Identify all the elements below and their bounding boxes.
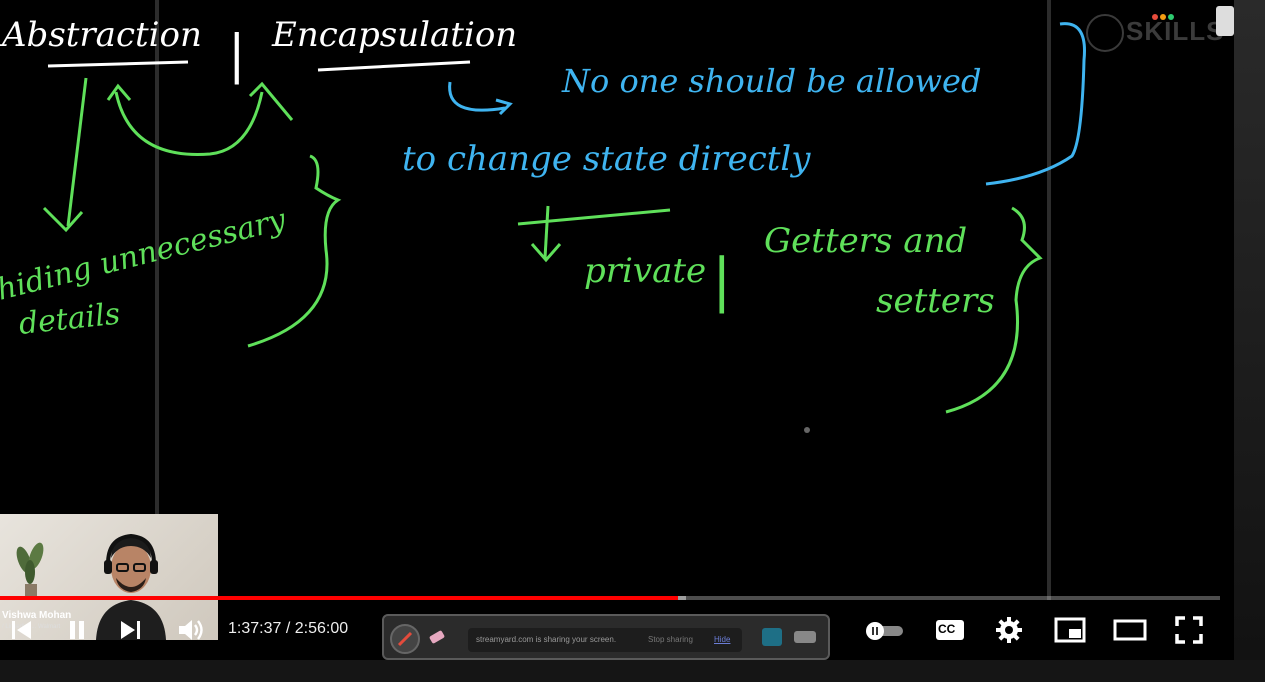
green-t-bar (517, 208, 671, 226)
minimize-tool-icon[interactable] (794, 631, 816, 643)
time-display: 1:37:37 / 2:56:00 (228, 620, 348, 638)
screen-share-toolbar: streamyard.com is sharing your screen. S… (382, 614, 830, 660)
corner-thumbnail (1216, 6, 1234, 36)
fullscreen-icon (1175, 616, 1203, 644)
captions-label: CC (938, 622, 956, 636)
plant-image (16, 542, 44, 598)
green-left-line-1: hiding unnecessary (0, 202, 290, 308)
captions-button[interactable]: CC (932, 616, 968, 644)
eraser-tool-icon[interactable] (424, 624, 450, 650)
pen-tool-icon[interactable] (390, 624, 420, 654)
brand-dot-green (1168, 14, 1174, 20)
hide-link[interactable]: Hide (714, 635, 730, 644)
share-notice-text: streamyard.com is sharing your screen. (476, 635, 617, 644)
green-left-line-2: details (17, 297, 122, 342)
green-right-setters: setters (876, 281, 995, 321)
stop-sharing-button[interactable]: Stop sharing (648, 635, 693, 644)
heading-abstraction: Abstraction (0, 15, 202, 55)
autoplay-toggle-icon (866, 622, 903, 640)
brand-watermark: SKILLS (1126, 16, 1225, 46)
volume-icon (179, 620, 203, 640)
theater-icon (1113, 619, 1147, 641)
pause-button[interactable] (60, 614, 94, 646)
green-arrow-down (66, 77, 88, 227)
green-arrowhead-left (106, 83, 132, 101)
heading-divider: | (228, 25, 246, 85)
green-right-private: private (584, 251, 706, 291)
green-double-arrow (114, 91, 264, 156)
cursor-dot (804, 427, 810, 433)
share-notice: streamyard.com is sharing your screen. S… (468, 628, 742, 652)
blue-line-2: to change state directly (402, 139, 811, 179)
pause-icon (70, 621, 84, 639)
blue-line-1: No one should be allowed (561, 62, 981, 100)
green-left-brace (247, 154, 342, 348)
blue-bracket (985, 22, 1086, 186)
green-arrowhead-down (42, 206, 84, 233)
progress-played (0, 596, 679, 600)
volume-button[interactable] (172, 614, 210, 646)
heading-encapsulation: Encapsulation (271, 15, 517, 55)
video-player[interactable]: Abstraction | Encapsulation No one shoul… (0, 0, 1234, 660)
time-separator: / (281, 620, 295, 637)
underline-encapsulation (317, 60, 471, 72)
autoplay-toggle[interactable] (860, 618, 906, 644)
page-right-edge (1234, 0, 1265, 682)
previous-icon (12, 621, 31, 639)
blue-hook-arrow (448, 81, 506, 112)
fullscreen-button[interactable] (1172, 614, 1206, 646)
theater-button[interactable] (1110, 614, 1150, 646)
whiteboard-frame: Abstraction | Encapsulation No one shoul… (0, 0, 1234, 600)
green-right-getters: Getters and (764, 221, 967, 261)
green-right-divider: | (712, 246, 732, 314)
green-t-stem (543, 205, 550, 259)
previous-button[interactable] (4, 614, 38, 646)
brand-dot-red (1152, 14, 1158, 20)
miniplayer-icon (1054, 617, 1086, 643)
underline-abstraction (47, 60, 189, 68)
current-time: 1:37:37 (228, 620, 282, 637)
screen-tool-icon[interactable] (762, 628, 782, 646)
brand-dot-orange (1160, 14, 1166, 20)
miniplayer-button[interactable] (1052, 614, 1088, 646)
whiteboard-canvas: Abstraction | Encapsulation No one shoul… (0, 0, 1086, 600)
brand-logo-icon (1086, 14, 1124, 52)
settings-button[interactable] (992, 614, 1026, 646)
next-button[interactable] (114, 614, 148, 646)
page-bottom-edge (0, 660, 1265, 682)
duration: 2:56:00 (294, 620, 349, 637)
next-icon (121, 621, 140, 639)
gear-icon (996, 617, 1022, 643)
progress-bar[interactable] (0, 596, 1220, 600)
